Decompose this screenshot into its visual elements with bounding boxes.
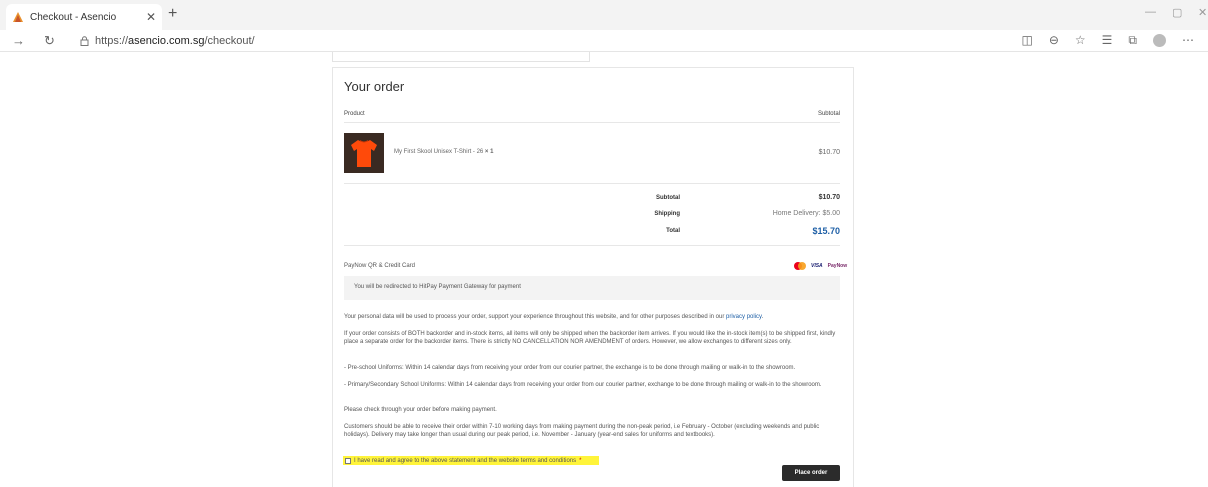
url-host: asencio.com.sg xyxy=(128,35,205,47)
order-heading: Your order xyxy=(344,79,405,94)
place-order-button[interactable]: Place order xyxy=(782,465,840,481)
favorites-list-icon[interactable]: ☰ xyxy=(1102,33,1113,48)
divider xyxy=(344,122,840,123)
delivery-notice: Customers should be able to receive thei… xyxy=(344,424,820,438)
product-thumbnail xyxy=(344,133,384,173)
url-path: /checkout/ xyxy=(204,35,255,47)
shipping-label: Shipping xyxy=(654,211,680,217)
restore-icon[interactable]: ▢ xyxy=(1172,6,1182,19)
reader-view-icon[interactable]: ◫ xyxy=(1021,33,1032,48)
more-menu-icon[interactable]: ⋯ xyxy=(1182,33,1194,48)
visa-icon: VISA xyxy=(811,263,823,269)
browser-tab-bar: Checkout - Asencio ✕ + — ▢ ✕ xyxy=(0,0,1208,30)
address-bar: → ↻ https://asencio.com.sg/checkout/ ◫ ⊖… xyxy=(0,30,1208,52)
paynow-icon: PayNow xyxy=(827,263,848,269)
divider xyxy=(344,183,840,184)
close-tab-icon[interactable]: ✕ xyxy=(146,10,156,24)
terms-checkbox[interactable] xyxy=(345,457,351,464)
terms-agreement[interactable]: I have read and agree to the above state… xyxy=(343,456,599,465)
divider xyxy=(344,245,840,246)
close-window-icon[interactable]: ✕ xyxy=(1198,6,1207,19)
total-label: Total xyxy=(666,228,680,234)
new-tab-icon[interactable]: + xyxy=(168,5,177,23)
tshirt-icon xyxy=(351,140,377,167)
minimize-icon[interactable]: — xyxy=(1145,6,1156,18)
subtotal-value: $10.70 xyxy=(818,194,840,201)
payment-method-label[interactable]: PayNow QR & Credit Card xyxy=(344,263,415,269)
url-field[interactable]: https://asencio.com.sg/checkout/ xyxy=(80,35,255,47)
payment-logos: VISA PayNow xyxy=(794,262,847,270)
column-header-product: Product xyxy=(344,111,365,117)
total-value: $15.70 xyxy=(812,226,840,236)
lock-icon xyxy=(80,36,89,46)
privacy-policy-link[interactable]: privacy policy xyxy=(726,314,762,320)
refresh-icon[interactable]: ↻ xyxy=(44,33,55,49)
browser-tab[interactable]: Checkout - Asencio ✕ xyxy=(6,4,162,30)
profile-avatar-icon[interactable] xyxy=(1153,34,1166,47)
zoom-icon[interactable]: ⊖ xyxy=(1049,33,1059,48)
payment-description: You will be redirected to HitPay Payment… xyxy=(344,276,840,300)
check-order-notice: Please check through your order before m… xyxy=(344,407,497,413)
url-prefix: https:// xyxy=(95,35,129,47)
product-name: My First Skool Unisex T-Shirt - 26 × 1 xyxy=(394,149,494,155)
mastercard-icon xyxy=(794,262,806,270)
site-favicon-icon xyxy=(13,12,23,22)
privacy-notice: Your personal data will be used to proce… xyxy=(344,314,764,320)
product-quantity: × 1 xyxy=(484,149,494,155)
collections-icon[interactable]: ⧉ xyxy=(1128,33,1137,48)
product-price: $10.70 xyxy=(818,149,840,156)
tab-title: Checkout - Asencio xyxy=(30,11,117,23)
browser-toolbar: ◫ ⊖ ☆ ☰ ⧉ ⋯ xyxy=(1021,33,1194,48)
shipping-value: Home Delivery: $5.00 xyxy=(772,210,840,217)
preschool-exchange-notice: - Pre-school Uniforms: Within 14 calenda… xyxy=(344,365,796,371)
terms-label: I have read and agree to the above state… xyxy=(354,457,577,464)
column-header-subtotal: Subtotal xyxy=(817,111,840,117)
primary-exchange-notice: - Primary/Secondary School Uniforms: Wit… xyxy=(344,382,822,388)
required-mark: * xyxy=(579,457,582,464)
favorite-icon[interactable]: ☆ xyxy=(1075,33,1086,48)
subtotal-label: Subtotal xyxy=(656,195,680,201)
backorder-notice: If your order consists of BOTH backorder… xyxy=(344,331,836,345)
previous-section-edge xyxy=(332,52,590,62)
back-icon[interactable]: → xyxy=(12,33,25,48)
